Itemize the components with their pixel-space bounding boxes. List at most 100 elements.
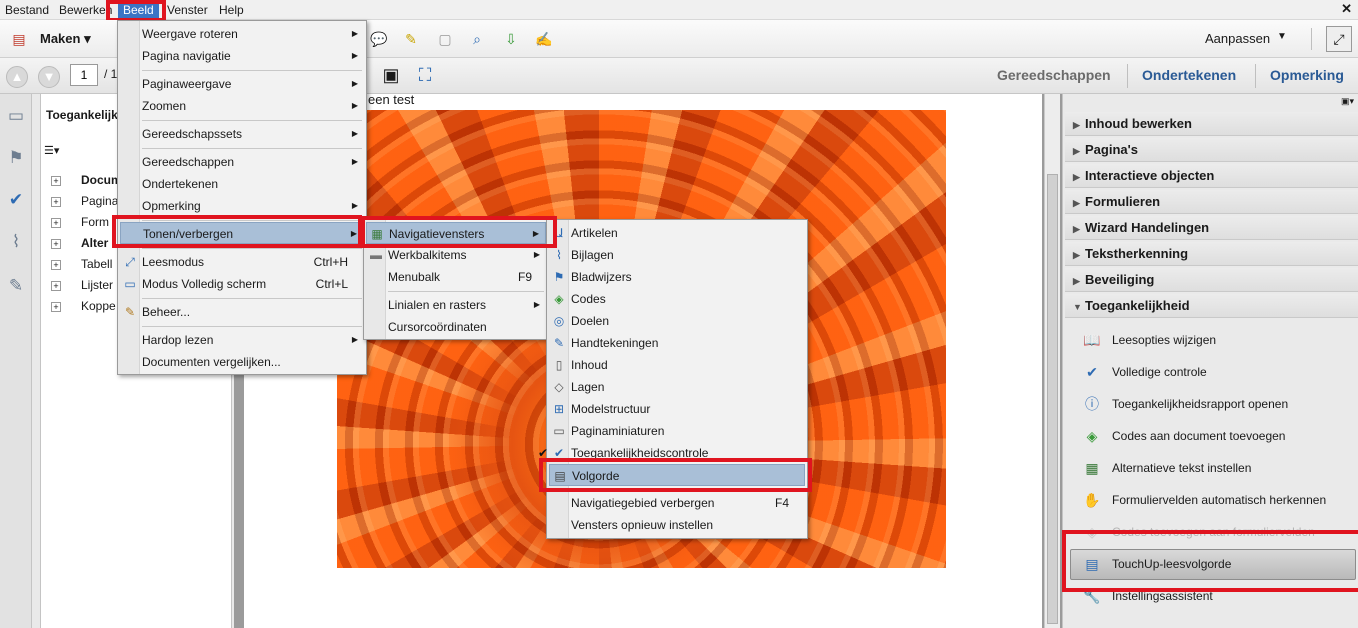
text-edit-icon[interactable]: ✎ [400, 28, 422, 50]
menu-item-doelen[interactable]: ◎ Doelen [549, 310, 805, 332]
pane-opmerking[interactable]: Opmerking [1270, 67, 1344, 83]
expand-icon[interactable]: + [51, 301, 61, 312]
next-page-icon[interactable]: ▼ [38, 66, 60, 88]
expand-icon[interactable]: + [51, 217, 61, 228]
menu-item-cursorcoordinaten[interactable]: Cursorcoördinaten [366, 316, 546, 338]
menu-item-zoomen[interactable]: Zoomen ▶ [120, 95, 364, 117]
menu-item-toegankelijkheidscontrole[interactable]: ✔ ✔ Toegankelijkheidscontrole [538, 442, 805, 464]
chevron-down-icon[interactable]: ▼ [1277, 31, 1287, 42]
tree-item[interactable]: + Pagina [51, 194, 118, 208]
section-interactieve-objecten[interactable]: ▶ Interactieve objecten [1065, 164, 1358, 188]
menu-item-beheer[interactable]: ✎ Beheer... [120, 301, 364, 323]
expand-icon[interactable]: + [51, 280, 61, 291]
section-toegankelijkheid[interactable]: ▼ Toegankelijkheid [1065, 294, 1358, 318]
tool-leesopties[interactable]: 📖 Leesopties wijzigen [1081, 325, 1216, 355]
tool-codes-formuliervelden: ◈ Codes toevoegen aan formuliervelden [1081, 517, 1315, 547]
menu-item-paginaminiaturen[interactable]: ▭ Paginaminiaturen [549, 420, 805, 442]
menu-item-vensters-opnieuw[interactable]: Vensters opnieuw instellen [549, 514, 805, 536]
vertical-scrollbar[interactable] [1044, 94, 1060, 628]
tree-item[interactable]: + Lijster [51, 278, 113, 292]
maken-button[interactable]: Maken ▾ [40, 31, 91, 47]
section-formulieren[interactable]: ▶ Formulieren [1065, 190, 1358, 214]
menu-bar: Bestand Bewerken Beeld Venster Help ✕ [0, 0, 1358, 20]
menu-beeld[interactable]: Beeld [118, 2, 159, 19]
pane-ondertekenen[interactable]: Ondertekenen [1142, 67, 1236, 83]
save-icon[interactable]: ▣ [380, 64, 402, 86]
menu-venster[interactable]: Venster [162, 2, 213, 19]
tool-rapport[interactable]: ⓘ Toegankelijkheidsrapport openen [1081, 389, 1288, 419]
menu-item-bladwijzers[interactable]: ⚑ Bladwijzers [549, 266, 805, 288]
menu-item-documenten-vergelijken[interactable]: Documenten vergelijken... [120, 351, 364, 373]
pane-gereedschappen[interactable]: Gereedschappen [997, 67, 1111, 83]
menu-item-ondertekenen[interactable]: Ondertekenen [120, 173, 364, 195]
panel-options-icon[interactable]: ▣▾ [1341, 96, 1354, 107]
menu-bewerken[interactable]: Bewerken [54, 2, 117, 19]
menu-item-navigatiegebied-verbergen[interactable]: Navigatiegebied verbergen F4 [549, 492, 805, 514]
search-document-icon[interactable]: ⌕ [466, 28, 488, 50]
tool-formuliervelden[interactable]: ✋ Formuliervelden automatisch herkennen [1081, 485, 1326, 515]
menu-item-modelstructuur[interactable]: ⊞ Modelstructuur [549, 398, 805, 420]
expand-icon[interactable]: + [51, 175, 61, 186]
sign-icon[interactable]: ✍ [533, 28, 555, 50]
section-paginas[interactable]: ▶ Pagina's [1065, 138, 1358, 162]
expand-icon[interactable]: + [51, 196, 61, 207]
page-thumbnails-icon[interactable]: ▭ [4, 104, 28, 128]
menu-item-gereedschappen[interactable]: Gereedschappen ▶ [120, 151, 364, 173]
menu-item-volledig-scherm[interactable]: ▭ Modus Volledig scherm Ctrl+L [120, 273, 364, 295]
fit-page-icon[interactable]: ⛶ [414, 64, 436, 86]
menu-item-weergave-roteren[interactable]: Weergave roteren ▶ [120, 23, 364, 45]
menu-item-volgorde[interactable]: ▤ Volgorde [549, 464, 805, 486]
tool-touchup-leesvolgorde[interactable]: ▤ TouchUp-leesvolgorde [1081, 549, 1231, 579]
menu-bestand[interactable]: Bestand [0, 2, 54, 19]
menu-item-hardop-lezen[interactable]: Hardop lezen ▶ [120, 329, 364, 351]
section-tekstherkenning[interactable]: ▶ Tekstherkenning [1065, 242, 1358, 266]
menu-item-handtekeningen[interactable]: ✎ Handtekeningen [549, 332, 805, 354]
menu-item-lagen[interactable]: ◇ Lagen [549, 376, 805, 398]
menu-item-pagina-navigatie[interactable]: Pagina navigatie ▶ [120, 45, 364, 67]
menu-item-tonen-verbergen[interactable]: Tonen/verbergen ▶ [120, 222, 364, 244]
document-icon[interactable]: ▢ [434, 28, 456, 50]
signature-icon[interactable]: ✎ [4, 274, 28, 298]
previous-page-icon[interactable]: ▲ [6, 66, 28, 88]
options-menu-icon[interactable]: ☰▾ [44, 144, 68, 158]
menu-item-bijlagen[interactable]: ⌇ Bijlagen [549, 244, 805, 266]
tool-codes-toevoegen[interactable]: ◈ Codes aan document toevoegen [1081, 421, 1286, 451]
menu-item-codes[interactable]: ◈ Codes [549, 288, 805, 310]
tree-item[interactable]: + Koppe [51, 299, 116, 313]
accessibility-check-icon[interactable]: ✔ [4, 188, 28, 212]
tree-item[interactable]: + Docum [51, 173, 122, 187]
menu-item-paginaweergave[interactable]: Paginaweergave ▶ [120, 73, 364, 95]
tree-item[interactable]: + Alter [51, 236, 108, 250]
tree-item[interactable]: + Tabell [51, 257, 112, 271]
expand-icon[interactable]: ⤢ [1326, 26, 1352, 52]
menu-item-navigatievensters[interactable]: ▦ Navigatievensters ▶ [366, 222, 546, 244]
scrollbar-thumb[interactable] [1047, 174, 1058, 624]
tool-instellingsassistent[interactable]: 🔧 Instellingsassistent [1081, 581, 1212, 611]
expand-icon[interactable]: + [51, 238, 61, 249]
menu-item-inhoud[interactable]: ▯ Inhoud [549, 354, 805, 376]
menu-item-menubalk[interactable]: Menubalk F9 [366, 266, 546, 288]
close-icon[interactable]: ✕ [1341, 1, 1352, 17]
menu-item-leesmodus[interactable]: ⤢ Leesmodus Ctrl+H [120, 251, 364, 273]
comment-icon[interactable]: 💬 [368, 28, 390, 50]
create-pdf-icon[interactable]: ▤ [8, 28, 30, 50]
menu-help[interactable]: Help [214, 2, 249, 19]
aanpassen-button[interactable]: Aanpassen [1205, 31, 1270, 46]
tool-volledige-controle[interactable]: ✔ Volledige controle [1081, 357, 1207, 387]
menu-item-gereedschapssets[interactable]: Gereedschapssets ▶ [120, 123, 364, 145]
attachment-icon[interactable]: ⌇ [4, 230, 28, 254]
section-wizard-handelingen[interactable]: ▶ Wizard Handelingen [1065, 216, 1358, 240]
export-icon[interactable]: ⇩ [500, 28, 522, 50]
menu-item-artikelen[interactable]: Ա Artikelen [549, 222, 805, 244]
section-beveiliging[interactable]: ▶ Beveiliging [1065, 268, 1358, 292]
section-inhoud-bewerken[interactable]: ▶ Inhoud bewerken [1065, 112, 1358, 136]
tree-item[interactable]: + Form [51, 215, 109, 229]
menu-item-linialen-rasters[interactable]: Linialen en rasters ▶ [366, 294, 546, 316]
menu-item-werkbalkitems[interactable]: ▬ Werkbalkitems ▶ [366, 244, 546, 266]
menu-label: Werkbalkitems [388, 248, 467, 262]
menu-item-opmerking[interactable]: Opmerking ▶ [120, 195, 364, 217]
bookmark-icon[interactable]: ⚑ [4, 146, 28, 170]
tool-alternatieve-tekst[interactable]: ▦ Alternatieve tekst instellen [1081, 453, 1251, 483]
page-number-input[interactable] [70, 64, 98, 86]
expand-icon[interactable]: + [51, 259, 61, 270]
